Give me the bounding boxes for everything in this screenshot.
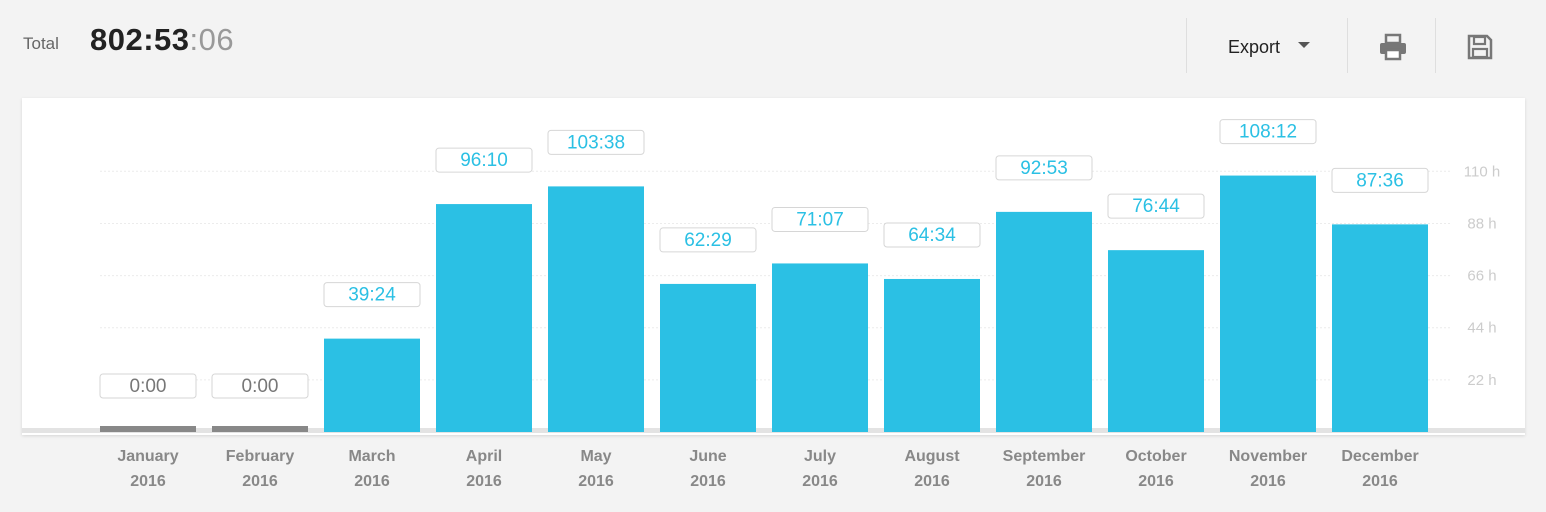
bar [212, 426, 308, 432]
print-button[interactable] [1350, 18, 1436, 73]
x-tick-month: April [465, 448, 503, 465]
x-tick-month: December [1341, 448, 1419, 465]
x-tick-month: August [904, 448, 960, 465]
toolbar-divider [1435, 18, 1436, 73]
toolbar-divider [1186, 18, 1187, 73]
x-tick-label: September 2016 [989, 444, 1099, 494]
x-tick-label: August 2016 [877, 444, 987, 494]
data-label: 0:00 [242, 376, 279, 397]
y-tick-label: 88 h [1467, 215, 1496, 232]
x-tick-label: June 2016 [653, 444, 763, 494]
chevron-down-icon [1298, 42, 1310, 48]
x-tick-label: February 2016 [205, 444, 315, 494]
bar [1220, 175, 1316, 432]
x-tick-year: 2016 [1026, 473, 1062, 490]
x-tick-month: February [225, 448, 295, 465]
floppy-disk-icon [1467, 34, 1493, 60]
data-label: 103:38 [567, 132, 625, 153]
bar [100, 426, 196, 432]
y-tick-label: 44 h [1467, 320, 1496, 337]
x-tick-year: 2016 [914, 473, 950, 490]
data-label: 87:36 [1356, 170, 1404, 191]
x-tick-label: December 2016 [1325, 444, 1435, 494]
y-tick-label: 22 h [1467, 372, 1496, 389]
bar-chart: 22 h 44 h 66 h 88 h 110 h 0:00 0:00 39:24 96:10 1… [22, 119, 1525, 433]
bar [772, 263, 868, 432]
data-label: 108:12 [1239, 122, 1297, 143]
y-tick-label: 66 h [1467, 268, 1496, 285]
x-tick-month: September [1002, 448, 1086, 465]
x-tick-label: May 2016 [541, 444, 651, 494]
x-tick-year: 2016 [1362, 473, 1398, 490]
bar [1332, 224, 1428, 432]
chart-card: 22 h 44 h 66 h 88 h 110 h 0:00 0:00 39:24 96:10 1… [22, 98, 1525, 435]
x-tick-month: October [1125, 448, 1187, 465]
data-label: 0:00 [130, 376, 167, 397]
x-tick-month: June [689, 448, 727, 465]
total-duration: 802:53:06 [90, 22, 234, 58]
total-hours-minutes: 802:53 [90, 22, 190, 57]
bar [996, 211, 1092, 432]
bar [660, 283, 756, 432]
x-tick-year: 2016 [130, 473, 166, 490]
data-label: 62:29 [684, 230, 732, 251]
x-tick-month: November [1228, 448, 1308, 465]
header: Total 802:53:06 Export [0, 0, 1546, 92]
data-label: 76:44 [1132, 196, 1180, 217]
x-tick-year: 2016 [466, 473, 502, 490]
x-tick-year: 2016 [242, 473, 278, 490]
total-label: Total [23, 34, 59, 53]
export-dropdown[interactable]: Export [1188, 18, 1346, 73]
x-tick-year: 2016 [578, 473, 614, 490]
data-label: 92:53 [1020, 158, 1068, 179]
x-tick-label: October 2016 [1101, 444, 1211, 494]
bar [436, 204, 532, 432]
x-tick-label: November 2016 [1213, 444, 1323, 494]
x-tick-year: 2016 [354, 473, 390, 490]
x-tick-year: 2016 [1250, 473, 1286, 490]
export-label: Export [1228, 37, 1281, 57]
x-tick-year: 2016 [1138, 473, 1174, 490]
bar [324, 338, 420, 432]
data-label: 64:34 [908, 225, 956, 246]
x-tick-label: July 2016 [765, 444, 875, 494]
bar [1108, 250, 1204, 432]
x-tick-label: April 2016 [429, 444, 539, 494]
toolbar-divider [1347, 18, 1348, 73]
x-tick-month: May [580, 448, 612, 465]
data-label: 96:10 [460, 150, 508, 171]
x-tick-year: 2016 [690, 473, 726, 490]
bar [548, 186, 644, 432]
data-label: 39:24 [348, 285, 396, 306]
total-seconds: :06 [189, 22, 235, 57]
x-tick-month: January [117, 448, 179, 465]
bar [884, 278, 980, 432]
x-tick-year: 2016 [802, 473, 838, 490]
x-tick-month: March [348, 448, 396, 465]
x-tick-month: July [803, 448, 836, 465]
data-label: 71:07 [796, 209, 844, 230]
save-button[interactable] [1438, 18, 1524, 73]
printer-icon [1380, 33, 1406, 61]
x-tick-label: March 2016 [317, 444, 427, 494]
y-tick-label: 110 h [1464, 163, 1500, 180]
x-tick-label: January 2016 [93, 444, 203, 494]
